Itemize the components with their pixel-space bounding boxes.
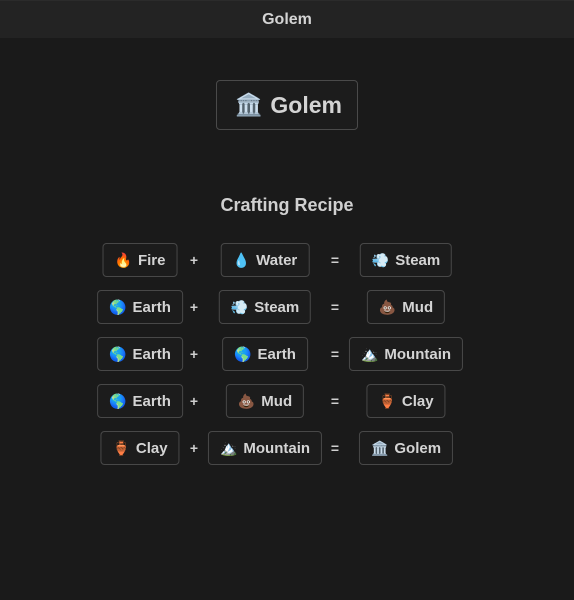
item-label: Steam (254, 298, 300, 316)
amphora-icon: 🏺 (112, 440, 130, 456)
classical-building-icon: 🏛️ (370, 440, 389, 456)
fire-icon: 🔥 (114, 252, 132, 268)
classical-building-icon: 🏛️ (235, 92, 263, 117)
globe-icon: 🌎 (109, 346, 127, 362)
item-label: Steam (395, 251, 441, 269)
globe-icon: 🌎 (234, 346, 252, 362)
equals-operator: = (330, 299, 340, 315)
poop-icon: 💩 (237, 393, 256, 409)
item-label: Water (256, 251, 298, 269)
ingredient-item[interactable]: 💨 Steam (218, 290, 312, 324)
recipe-row: 🔥 Fire + 💧 Water = 💨 Steam (0, 243, 574, 277)
droplet-icon: 💧 (232, 252, 251, 268)
plus-operator: + (189, 393, 199, 409)
dash-icon: 💨 (230, 299, 249, 315)
item-label: Mountain (243, 439, 311, 457)
ingredient-item[interactable]: 🔥 Fire (102, 243, 178, 277)
window-title: Golem (262, 10, 312, 28)
equals-operator: = (330, 346, 340, 362)
plus-operator: + (189, 440, 199, 456)
equals-operator: = (330, 393, 340, 409)
ingredient-item[interactable]: 💧 Water (220, 243, 310, 277)
equals-operator: = (330, 440, 340, 456)
dash-icon: 💨 (371, 252, 390, 268)
plus-operator: + (189, 346, 199, 362)
result-item[interactable]: 🏛️ Golem (358, 431, 454, 465)
item-label: Golem (394, 439, 442, 457)
result-item-label: Golem (270, 91, 342, 118)
ingredient-item[interactable]: 🌎 Earth (97, 290, 183, 324)
item-label: Mud (261, 392, 293, 410)
item-label: Earth (257, 345, 296, 363)
globe-icon: 🌎 (109, 393, 127, 409)
ingredient-item[interactable]: 🌎 Earth (97, 337, 183, 371)
result-item[interactable]: 🏺 Clay (366, 384, 446, 418)
item-label: Clay (135, 439, 168, 457)
result-item[interactable]: 💩 Mud (366, 290, 446, 324)
ingredient-item[interactable]: 🏺 Clay (100, 431, 180, 465)
recipe-list: 🔥 Fire + 💧 Water = 💨 Steam 🌎 Earth + 💨 S… (0, 243, 574, 478)
section-title: Crafting Recipe (220, 195, 354, 215)
result-item-card[interactable]: 🏛️ Golem (216, 80, 358, 130)
globe-icon: 🌎 (109, 299, 127, 315)
result-item[interactable]: 💨 Steam (359, 243, 453, 277)
item-label: Earth (132, 298, 171, 316)
recipe-row: 🌎 Earth + 💨 Steam = 💩 Mud (0, 290, 574, 324)
mountain-icon: 🏔️ (219, 440, 238, 456)
equals-operator: = (330, 252, 340, 268)
item-label: Mud (402, 298, 434, 316)
recipe-row: 🏺 Clay + 🏔️ Mountain = 🏛️ Golem (0, 431, 574, 465)
amphora-icon: 🏺 (378, 393, 396, 409)
window-title-bar: Golem (0, 0, 574, 38)
ingredient-item[interactable]: 🏔️ Mountain (207, 431, 323, 465)
result-item[interactable]: 🏔️ Mountain (348, 337, 464, 371)
ingredient-item[interactable]: 🌎 Earth (97, 384, 183, 418)
mountain-icon: 🏔️ (360, 346, 379, 362)
ingredient-item[interactable]: 🌎 Earth (222, 337, 308, 371)
plus-operator: + (189, 252, 199, 268)
item-label: Clay (401, 392, 434, 410)
result-display: 🏛️ Golem (0, 80, 574, 130)
plus-operator: + (189, 299, 199, 315)
item-label: Earth (132, 345, 171, 363)
item-label: Fire (137, 251, 166, 269)
item-label: Earth (132, 392, 171, 410)
recipe-row: 🌎 Earth + 🌎 Earth = 🏔️ Mountain (0, 337, 574, 371)
item-label: Mountain (384, 345, 452, 363)
recipe-row: 🌎 Earth + 💩 Mud = 🏺 Clay (0, 384, 574, 418)
poop-icon: 💩 (378, 299, 397, 315)
ingredient-item[interactable]: 💩 Mud (225, 384, 305, 418)
